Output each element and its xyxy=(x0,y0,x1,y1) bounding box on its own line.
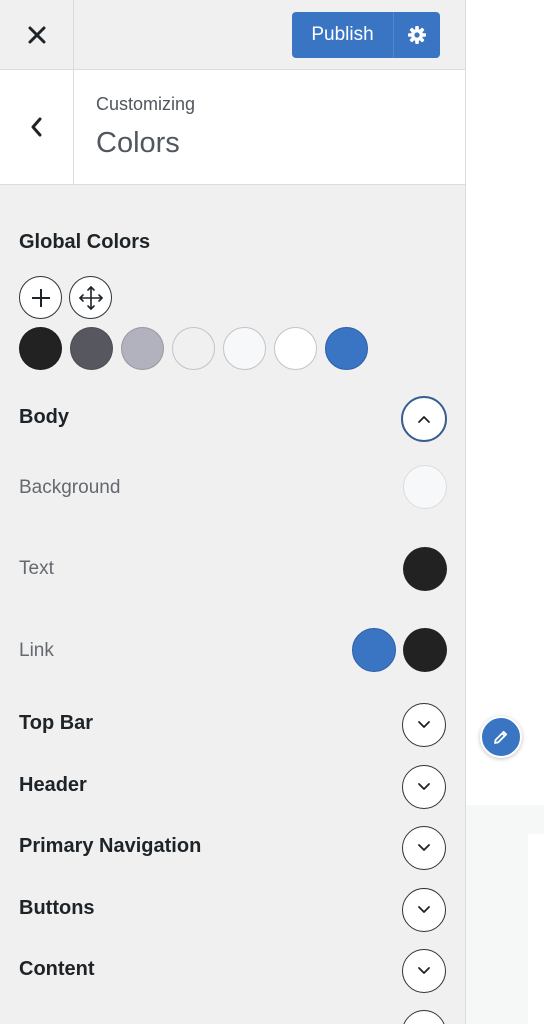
global-color-swatch[interactable] xyxy=(70,327,113,370)
color-group-label: Top Bar xyxy=(19,712,94,734)
section-subtitle: Customizing xyxy=(96,94,196,114)
section-title: Colors xyxy=(96,127,180,159)
chevron-down-icon xyxy=(418,967,430,974)
link-hover-color-picker[interactable] xyxy=(403,628,447,672)
color-group-label: Primary Navigation xyxy=(19,835,202,857)
move-icon xyxy=(78,285,103,310)
global-color-swatch[interactable] xyxy=(274,327,317,370)
link-color-picker[interactable] xyxy=(352,628,396,672)
customizer-header: Publish xyxy=(0,0,465,70)
global-color-swatch[interactable] xyxy=(121,327,164,370)
pencil-icon xyxy=(494,730,508,744)
add-color-button[interactable] xyxy=(19,276,62,319)
global-color-swatch[interactable] xyxy=(172,327,215,370)
global-color-swatch[interactable] xyxy=(19,327,62,370)
expand-group-button[interactable] xyxy=(402,949,446,993)
color-group-label: Content xyxy=(19,958,95,980)
text-color-picker[interactable] xyxy=(403,547,447,591)
color-group-label: Header xyxy=(19,773,87,796)
section-header: Customizing Colors xyxy=(0,70,465,185)
chevron-down-icon xyxy=(418,782,430,790)
reorder-colors-button[interactable] xyxy=(69,276,112,319)
chevron-down-icon xyxy=(418,721,430,728)
link-label: Link xyxy=(19,640,54,661)
color-group-label: Buttons xyxy=(19,896,95,919)
edit-shortcut-button[interactable] xyxy=(480,716,522,758)
chevron-up-icon xyxy=(418,416,430,423)
background-color-picker[interactable] xyxy=(403,465,447,509)
body-collapse-button[interactable] xyxy=(401,396,447,442)
global-color-swatch[interactable] xyxy=(223,327,266,370)
site-preview-content xyxy=(466,0,544,805)
body-group-label: Body xyxy=(19,406,69,428)
text-label: Text xyxy=(19,558,54,579)
expand-group-button[interactable] xyxy=(402,764,446,809)
back-button[interactable] xyxy=(0,70,74,184)
header-actions: Publish xyxy=(74,0,465,69)
publish-group: Publish xyxy=(292,11,440,58)
chevron-down-icon xyxy=(418,905,430,913)
global-colors-title: Global Colors xyxy=(19,231,151,253)
expand-group-button[interactable] xyxy=(402,703,446,747)
section-titles: Customizing Colors xyxy=(74,70,195,184)
gear-icon xyxy=(408,25,426,44)
background-label: Background xyxy=(19,477,121,498)
publish-button[interactable]: Publish xyxy=(292,11,394,58)
customizer-sidebar: Publish Customizing Colors Global Colors… xyxy=(0,0,466,1024)
global-color-swatch[interactable] xyxy=(325,327,368,370)
close-icon xyxy=(28,26,45,44)
next-group-expand-button[interactable] xyxy=(402,1010,446,1024)
close-customizer-button[interactable] xyxy=(0,0,74,70)
chevron-down-icon xyxy=(418,844,430,851)
expand-group-button[interactable] xyxy=(402,887,446,932)
chevron-left-icon xyxy=(31,117,41,137)
plus-icon xyxy=(31,288,50,307)
expand-group-button[interactable] xyxy=(402,826,446,870)
site-preview-content-lower xyxy=(528,834,544,1024)
publish-settings-button[interactable] xyxy=(394,12,440,58)
